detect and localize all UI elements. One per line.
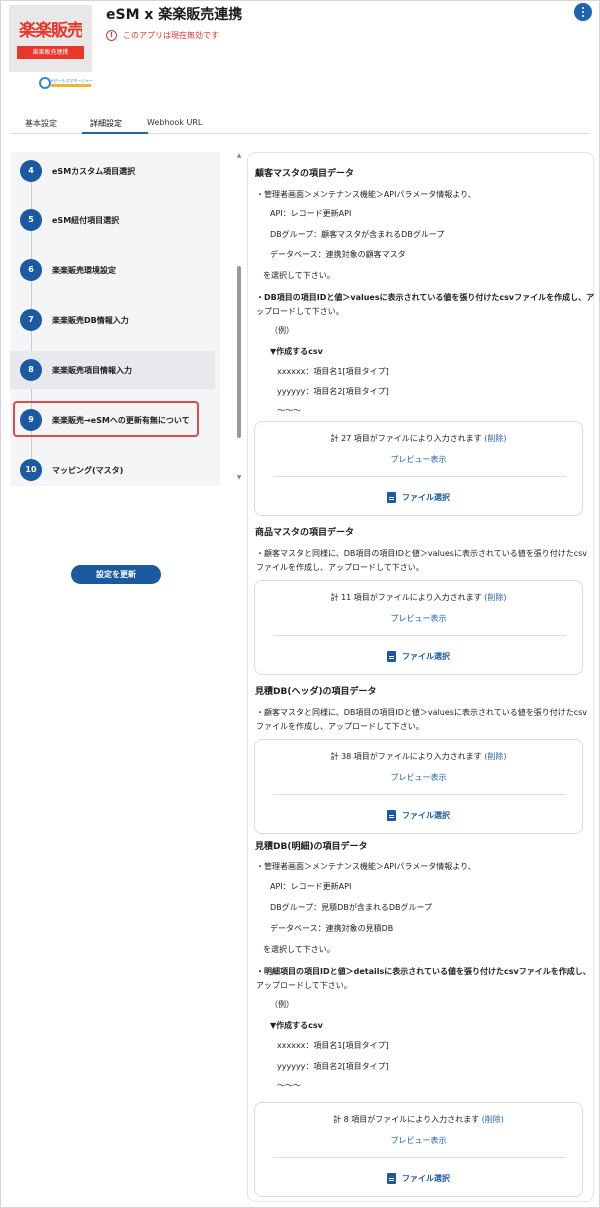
product-line-2: ファイルを作成し、アップロードして下さい。 — [256, 563, 424, 572]
item-count-text: 計 8 項目がファイルにより入力されます (削除) — [333, 1115, 504, 1124]
customer-select: を選択して下さい。 — [263, 271, 335, 280]
estimate-detail-instruction-2: アップロードして下さい。 — [256, 981, 352, 990]
step-label: マッピング(マスタ) — [52, 465, 124, 475]
customer-instruction-1: ・DB項目の項目IDと値＞valuesに表示されている値を張り付けたcsvファイ… — [256, 293, 595, 302]
customer-example: （例） — [270, 326, 294, 335]
preview-link[interactable]: プレビュー表示 — [255, 772, 582, 783]
customer-db-group: DBグループ：顧客マスタが含まれるDBグループ — [270, 230, 445, 239]
file-select-button[interactable]: ファイル選択 — [255, 492, 582, 503]
logo-subtitle: 楽楽販売連携 — [17, 46, 84, 59]
card-divider — [273, 635, 566, 636]
card-divider — [273, 794, 566, 795]
estimate-detail-intro: ・管理者画面＞メンテナンス機能＞APIパラメータ情報より、 — [256, 862, 476, 871]
preview-link[interactable]: プレビュー表示 — [255, 454, 582, 465]
customer-csv-row-1: xxxxxx：項目名1[項目タイプ] — [277, 367, 389, 376]
esm-logo-icon: eセールスマネージャー — [39, 77, 93, 89]
section-title-product: 商品マスタの項目データ — [255, 528, 355, 538]
scroll-down-arrow-icon[interactable]: ▼ — [235, 474, 243, 482]
step-number: 4 — [20, 160, 42, 182]
customer-csv-ellipsis: ～～～ — [277, 406, 301, 415]
step-item-5[interactable]: 5 eSM紐付項目選択 — [10, 201, 215, 239]
scroll-up-arrow-icon[interactable]: ▲ — [235, 152, 243, 160]
file-select-button[interactable]: ファイル選択 — [255, 1173, 582, 1184]
file-upload-card-estimate-detail: 計 8 項目がファイルにより入力されます (削除) プレビュー表示 ファイル選択 — [254, 1102, 583, 1197]
step-item-7[interactable]: 7 楽楽販売DB情報入力 — [10, 301, 215, 339]
file-icon — [387, 1173, 396, 1184]
preview-link[interactable]: プレビュー表示 — [255, 613, 582, 624]
step-number: 5 — [20, 209, 42, 231]
estimate-detail-instruction-1: ・明細項目の項目IDと値＞detailsに表示されている値を張り付けたcsvファ… — [256, 967, 591, 976]
customer-database: データベース：連携対象の顧客マスタ — [270, 250, 406, 259]
tab-bar: 基本設定 詳細設定 Webhook URL — [10, 114, 590, 134]
step-number: 8 — [20, 359, 42, 381]
preview-link[interactable]: プレビュー表示 — [255, 1135, 582, 1146]
step-item-10[interactable]: 10 マッピング(マスタ) — [10, 451, 215, 486]
estimate-detail-csv-row-2: yyyyyy：項目名2[項目タイプ] — [277, 1062, 389, 1071]
item-count-text: 計 38 項目がファイルにより入力されます (削除) — [330, 752, 507, 761]
step-number: 6 — [20, 259, 42, 281]
step-highlight-box — [13, 401, 199, 437]
delete-link[interactable]: (削除) — [482, 1115, 504, 1124]
estimate-detail-database: データベース：連携対象の見積DB — [270, 924, 394, 933]
estimate-detail-csv-title: ▼作成するcsv — [270, 1021, 323, 1030]
customer-instruction-2: ップロードして下さい。 — [256, 307, 344, 316]
item-count-text: 計 11 項目がファイルにより入力されます (削除) — [330, 593, 507, 602]
file-upload-card-product: 計 11 項目がファイルにより入力されます (削除) プレビュー表示 ファイル選… — [254, 580, 583, 675]
alert-circle-icon: ! — [106, 30, 117, 41]
status-warning: ! このアプリは現在無効です — [106, 30, 219, 41]
customer-intro: ・管理者画面＞メンテナンス機能＞APIパラメータ情報より、 — [256, 190, 476, 199]
product-line-1: ・顧客マスタと同様に、DB項目の項目IDと値＞valuesに表示されている値を張… — [256, 549, 588, 558]
step-item-4[interactable]: 4 eSMカスタム項目選択 — [10, 152, 215, 190]
estimate-detail-csv-ellipsis: ～～～ — [277, 1081, 301, 1090]
steps-scrollbar[interactable]: ▲ ▼ — [235, 152, 243, 486]
customer-csv-title: ▼作成するcsv — [270, 347, 323, 356]
step-label: eSMカスタム項目選択 — [52, 166, 136, 176]
tab-detail-settings[interactable]: 詳細設定 — [90, 118, 122, 129]
tab-webhook-url[interactable]: Webhook URL — [147, 118, 202, 127]
esm-logo-text: eセールスマネージャー — [51, 77, 93, 83]
file-upload-card-estimate-header: 計 38 項目がファイルにより入力されます (削除) プレビュー表示 ファイル選… — [254, 739, 583, 834]
estimate-detail-csv-row-1: xxxxxx：項目名1[項目タイプ] — [277, 1041, 389, 1050]
step-number: 10 — [20, 459, 42, 481]
file-select-button[interactable]: ファイル選択 — [255, 651, 582, 662]
card-divider — [273, 476, 566, 477]
section-title-estimate-detail: 見積DB(明細)の項目データ — [255, 842, 368, 852]
step-label: 楽楽販売項目情報入力 — [52, 365, 132, 375]
file-select-button[interactable]: ファイル選択 — [255, 810, 582, 821]
estimate-detail-api: API：レコード更新API — [270, 882, 352, 891]
estimate-header-line-1: ・顧客マスタと同様に、DB項目の項目IDと値＞valuesに表示されている値を張… — [256, 708, 588, 717]
item-count-text: 計 27 項目がファイルにより入力されます (削除) — [330, 434, 507, 443]
estimate-detail-example: （例） — [270, 1000, 294, 1009]
active-tab-indicator — [82, 132, 148, 134]
section-title-estimate-header: 見積DB(ヘッダ)の項目データ — [255, 687, 377, 697]
step-label: eSM紐付項目選択 — [52, 215, 120, 225]
customer-csv-row-2: yyyyyy：項目名2[項目タイプ] — [277, 387, 389, 396]
section-title-customer: 顧客マスタの項目データ — [255, 169, 355, 179]
step-label: 楽楽販売環境設定 — [52, 265, 116, 275]
step-item-8[interactable]: 8 楽楽販売項目情報入力 — [10, 351, 215, 389]
more-vertical-icon[interactable] — [574, 3, 592, 21]
step-item-6[interactable]: 6 楽楽販売環境設定 — [10, 251, 215, 289]
estimate-detail-select: を選択して下さい。 — [263, 945, 335, 954]
step-label: 楽楽販売DB情報入力 — [52, 315, 129, 325]
scroll-thumb[interactable] — [237, 266, 241, 438]
file-icon — [387, 810, 396, 821]
estimate-header-line-2: ファイルを作成し、アップロードして下さい。 — [256, 722, 424, 731]
page-title: eSM x 楽楽販売連携 — [106, 7, 243, 23]
logo-text: 楽楽販売 — [19, 21, 82, 38]
delete-link[interactable]: (削除) — [484, 752, 506, 761]
delete-link[interactable]: (削除) — [484, 593, 506, 602]
warning-text: このアプリは現在無効です — [123, 31, 219, 40]
tab-basic-settings[interactable]: 基本設定 — [25, 118, 57, 129]
update-settings-button[interactable]: 設定を更新 — [71, 565, 161, 584]
step-number: 7 — [20, 309, 42, 331]
customer-api: API：レコード更新API — [270, 209, 352, 218]
app-logo: 楽楽販売 楽楽販売連携 — [9, 5, 92, 72]
estimate-detail-db-group: DBグループ：見積DBが含まれるDBグループ — [270, 903, 432, 912]
card-divider — [273, 1157, 566, 1158]
file-icon — [387, 492, 396, 503]
delete-link[interactable]: (削除) — [484, 434, 506, 443]
file-upload-card-customer: 計 27 項目がファイルにより入力されます (削除) プレビュー表示 ファイル選… — [254, 421, 583, 516]
file-icon — [387, 651, 396, 662]
